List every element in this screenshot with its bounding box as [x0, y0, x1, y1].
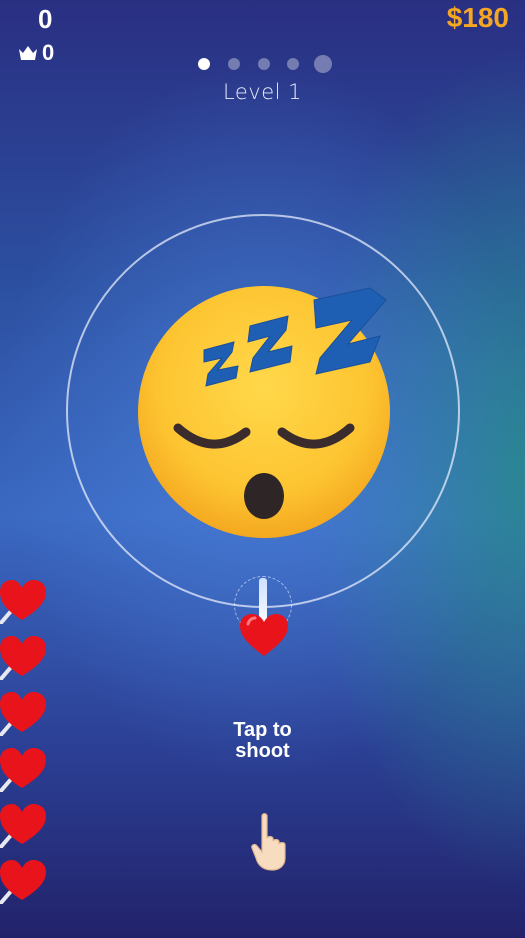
- hint-line-1: Tap to: [233, 719, 292, 741]
- level-label: Level 1: [223, 80, 302, 104]
- stage-progress: [198, 54, 338, 74]
- hint-line-2: shoot: [235, 740, 290, 762]
- boss-stage-dot: [314, 55, 332, 73]
- pointing-hand-icon: [251, 813, 286, 871]
- best-score: 0: [18, 40, 54, 66]
- stage-dot: [287, 58, 299, 70]
- stage-dot: [198, 58, 210, 70]
- tap-to-shoot-hint[interactable]: Tap to shoot: [0, 720, 525, 762]
- stage-dot: [228, 58, 240, 70]
- heart-icon: [240, 614, 288, 656]
- life-heart-icon: [0, 636, 46, 680]
- stage-dot: [258, 58, 270, 70]
- life-heart-icon: [0, 580, 46, 624]
- life-heart-icon: [0, 804, 46, 848]
- life-heart-icon: [0, 860, 46, 904]
- crown-icon: [19, 46, 37, 60]
- sleeping-face-emoji[interactable]: [138, 286, 390, 538]
- money-counter: $180: [446, 2, 509, 33]
- score-counter: 0: [38, 4, 53, 34]
- best-score-value: 0: [42, 40, 55, 65]
